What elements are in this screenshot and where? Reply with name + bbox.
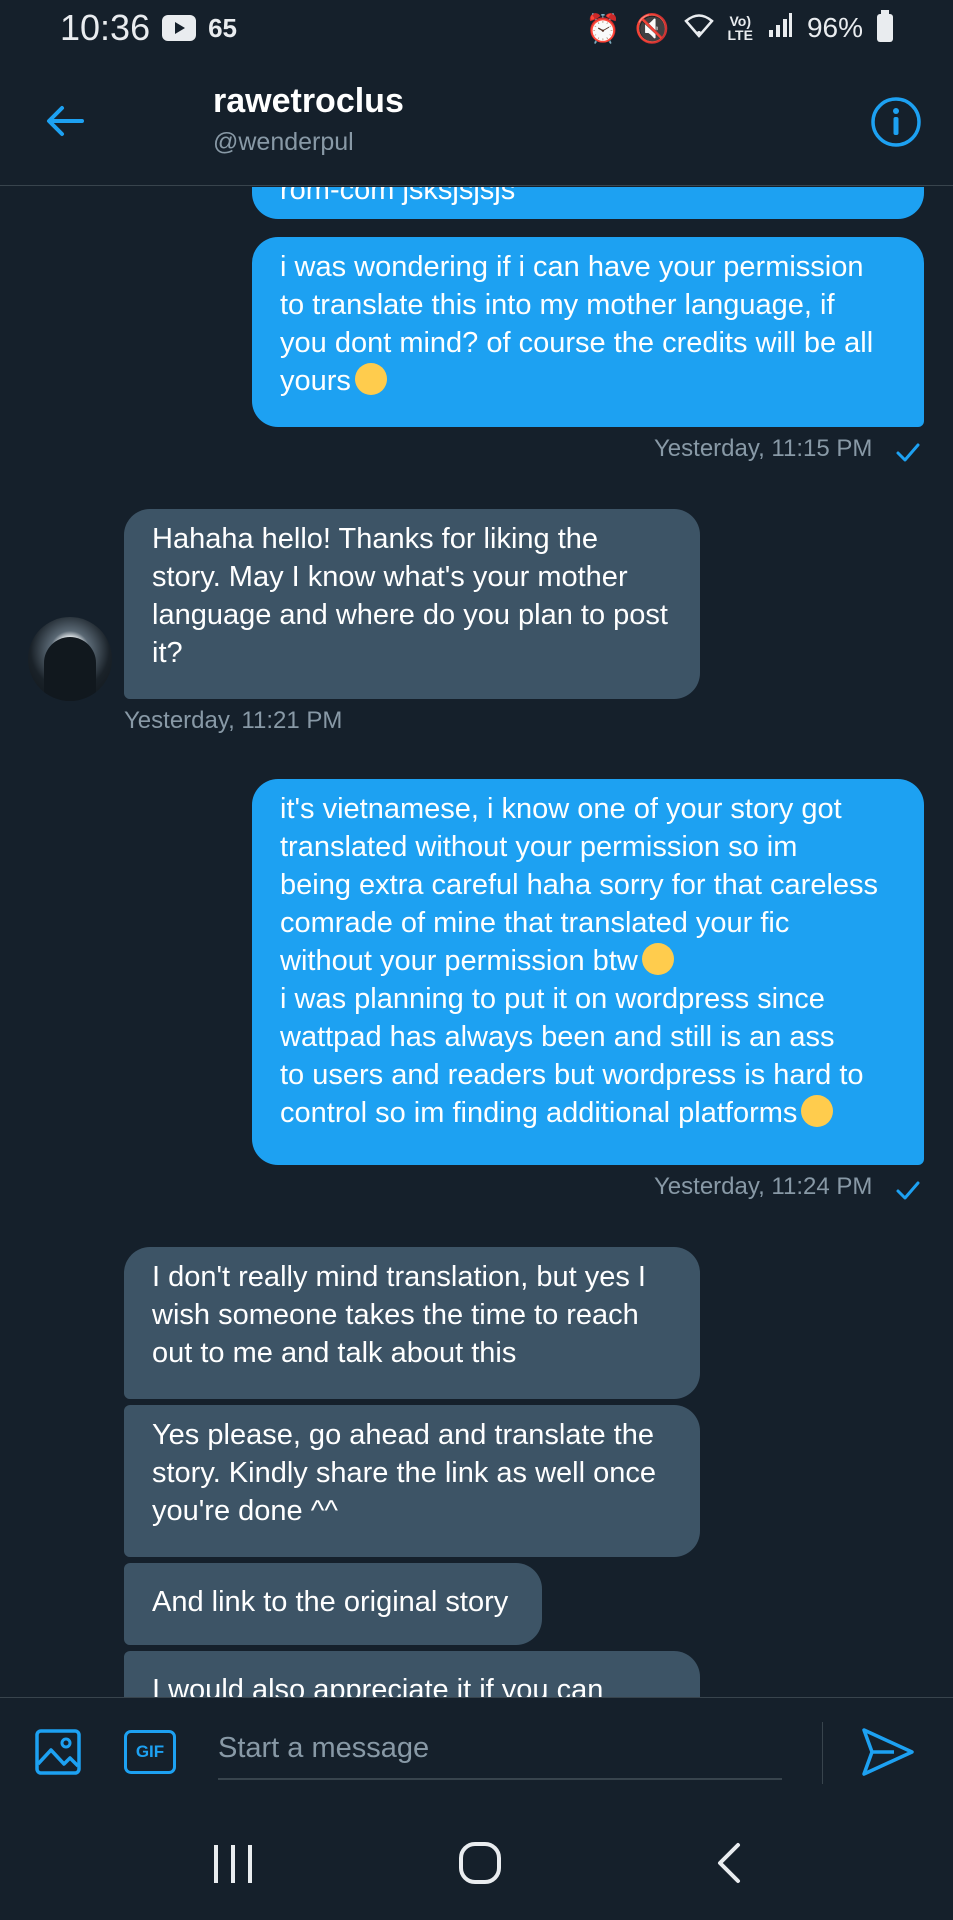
rolling-eyes-emoji-icon bbox=[354, 363, 387, 396]
message-bubble-outgoing[interactable]: rom-com jsksjsjsjs bbox=[252, 187, 924, 219]
message-timestamp: Yesterday, 11:15 PM bbox=[654, 435, 873, 462]
message-list[interactable]: rom-com jsksjsjsjs i was wondering if i … bbox=[0, 187, 953, 1697]
message-line: story. Kindly share the link as well onc… bbox=[152, 1457, 656, 1489]
battery-percent: 96% bbox=[806, 12, 863, 43]
message-bubble-incoming[interactable]: I would also appreciate it if you can bbox=[124, 1651, 700, 1697]
message-line: comrade of mine that translated your fic bbox=[280, 907, 790, 939]
message-line: And link to the original story bbox=[152, 1586, 509, 1618]
pensive-emoji-icon bbox=[641, 943, 674, 976]
message-input[interactable] bbox=[218, 1718, 782, 1780]
message-line: language and where do you plan to post bbox=[152, 599, 668, 631]
message-line: Hahaha hello! Thanks for liking the bbox=[152, 523, 599, 555]
avatar[interactable] bbox=[28, 617, 112, 701]
message-line: yours bbox=[280, 365, 351, 397]
message-line: translated without your permission so im bbox=[280, 831, 798, 863]
message-line: it? bbox=[152, 637, 183, 669]
message-line: to translate this into my mother languag… bbox=[280, 289, 835, 321]
message-bubble-incoming[interactable]: I don't really mind translation, but yes… bbox=[124, 1247, 700, 1399]
message-line: out to me and talk about this bbox=[152, 1337, 517, 1369]
message-line: without your permission btw bbox=[280, 945, 638, 977]
alarm-icon: ⏰ bbox=[585, 12, 621, 44]
signal-icon bbox=[767, 12, 793, 45]
message-bubble-outgoing[interactable]: i was wondering if i can have your permi… bbox=[252, 237, 924, 427]
grimacing-emoji-icon bbox=[801, 1095, 834, 1128]
message-line: to users and readers but wordpress is ha… bbox=[280, 1059, 864, 1091]
system-nav-bar bbox=[0, 1807, 953, 1920]
gif-button[interactable]: GIF bbox=[124, 1730, 176, 1774]
status-time: 10:36 bbox=[60, 7, 151, 48]
message-bubble-outgoing[interactable]: it's vietnamese, i know one of your stor… bbox=[252, 779, 924, 1165]
message-bubble-incoming[interactable]: Yes please, go ahead and translate the s… bbox=[124, 1405, 700, 1557]
back-arrow-icon[interactable] bbox=[40, 96, 90, 146]
message-line: wattpad has always been and still is an … bbox=[280, 1021, 835, 1053]
message-line: control so im finding additional platfor… bbox=[280, 1097, 798, 1129]
message-text: rom-com jsksjsjsjs bbox=[280, 187, 516, 206]
message-line: you're done ^^ bbox=[152, 1495, 338, 1527]
message-line: story. May I know what's your mother bbox=[152, 561, 628, 593]
home-icon[interactable] bbox=[458, 1841, 502, 1885]
wifi-icon bbox=[683, 12, 714, 45]
conversation-handle: @wenderpul bbox=[213, 128, 354, 156]
youtube-icon bbox=[162, 15, 197, 41]
conversation-name[interactable]: rawetroclus bbox=[213, 82, 404, 121]
message-line: you dont mind? of course the credits wil… bbox=[280, 327, 874, 359]
sent-check-icon bbox=[896, 1181, 920, 1200]
message-bubble-incoming[interactable]: And link to the original story bbox=[124, 1563, 542, 1645]
message-line: I would also appreciate it if you can bbox=[152, 1674, 604, 1697]
status-bar: 10:36 65 ⏰ 🔇 Vo) LTE 96% bbox=[0, 0, 953, 56]
message-timestamp: Yesterday, 11:24 PM bbox=[654, 1173, 873, 1200]
message-line: it's vietnamese, i know one of your stor… bbox=[280, 793, 842, 825]
conversation-header: rawetroclus @wenderpul bbox=[0, 56, 953, 186]
image-icon[interactable] bbox=[34, 1728, 82, 1776]
mute-icon: 🔇 bbox=[634, 12, 670, 44]
message-line: i was wondering if i can have your permi… bbox=[280, 251, 864, 283]
nav-back-icon[interactable] bbox=[714, 1841, 744, 1885]
notification-count: 65 bbox=[208, 12, 238, 43]
battery-icon bbox=[877, 10, 893, 42]
sent-check-icon bbox=[896, 443, 920, 462]
send-icon[interactable] bbox=[860, 1726, 916, 1778]
message-line: Yes please, go ahead and translate the bbox=[152, 1419, 654, 1451]
message-timestamp: Yesterday, 11:21 PM bbox=[124, 707, 343, 734]
compose-bar: GIF bbox=[0, 1697, 953, 1807]
recents-icon[interactable] bbox=[210, 1843, 256, 1885]
message-line: being extra careful haha sorry for that … bbox=[280, 869, 879, 901]
message-line: wish someone takes the time to reach bbox=[152, 1299, 639, 1331]
message-line: I don't really mind translation, but yes… bbox=[152, 1261, 646, 1293]
info-icon[interactable] bbox=[870, 96, 922, 148]
message-line: i was planning to put it on wordpress si… bbox=[280, 983, 825, 1015]
volte-icon: Vo) LTE bbox=[727, 13, 753, 43]
message-bubble-incoming[interactable]: Hahaha hello! Thanks for liking the stor… bbox=[124, 509, 700, 699]
divider bbox=[822, 1722, 823, 1784]
